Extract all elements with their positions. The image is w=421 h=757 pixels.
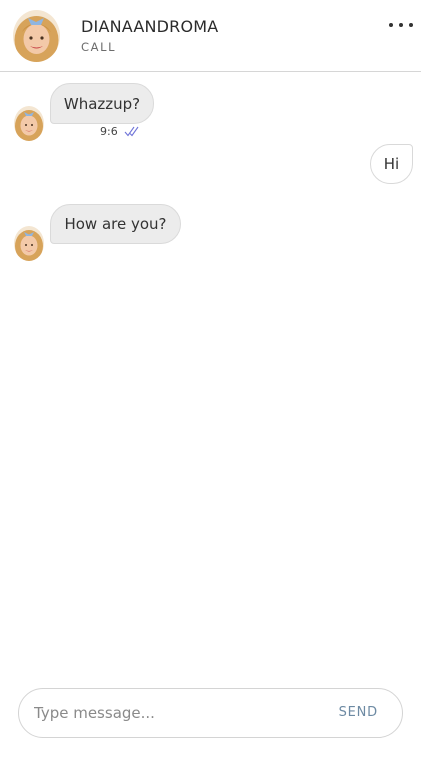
message-bubble: How are you? [50,204,181,244]
chat-header: DIANAANDROMA CALL [0,0,421,72]
avatar [14,106,44,141]
message-composer: SEND [18,688,403,738]
message-text: Whazzup? [63,94,141,113]
double-check-icon [124,126,140,137]
message-meta: 9:6 [100,125,140,138]
message-input[interactable] [34,702,324,724]
send-button[interactable]: SEND [339,705,378,720]
contact-name: DIANAANDROMA [81,17,219,36]
message-time: 9:6 [100,125,118,138]
call-link[interactable]: CALL [81,40,116,54]
avatar[interactable] [13,10,60,62]
chat-window: DIANAANDROMA CALL Whazzup? 9:6 Hi How ar… [0,0,421,757]
avatar [14,226,44,261]
message-text: How are you? [64,215,167,233]
message-bubble: Hi [370,144,413,184]
message-bubble: Whazzup? [50,83,154,124]
message-text: Hi [383,155,400,173]
more-options-icon[interactable] [389,16,413,34]
